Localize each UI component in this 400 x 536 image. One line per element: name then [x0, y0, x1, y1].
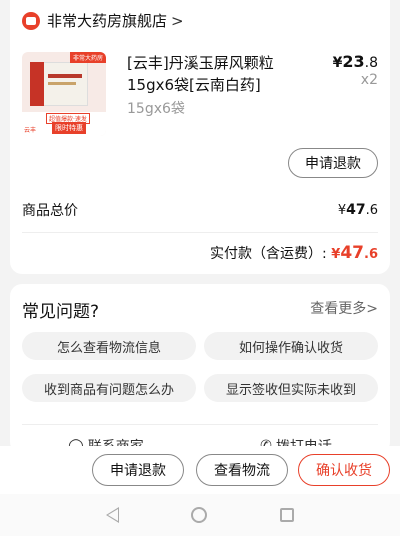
thumbnail-corner-tag: 非常大药房	[69, 52, 106, 63]
faq-more-label: 查看更多	[310, 301, 367, 317]
view-logistics-button[interactable]: 查看物流	[196, 454, 288, 486]
faq-question[interactable]: 怎么查看物流信息	[22, 332, 196, 360]
back-icon[interactable]	[106, 507, 120, 523]
price-decimal: .8	[364, 55, 378, 71]
store-icon	[22, 11, 40, 30]
paid-symbol: ¥	[331, 247, 341, 262]
paid-decimal: .6	[364, 247, 378, 262]
price-integer: 23	[342, 52, 365, 71]
product-thumbnail[interactable]: 非常大药房 云丰 超值爆款·速发 限时特惠	[22, 52, 106, 136]
product-title[interactable]: [云丰]丹溪玉屏风颗粒 15gx6袋[云南白药]	[127, 52, 297, 96]
product-box-label	[48, 74, 82, 78]
order-card: 非常大药房旗舰店 > 非常大药房 云丰 超值爆款·速发 限时特惠 [云丰]丹溪玉…	[10, 0, 390, 274]
product-quantity: x2	[360, 72, 378, 88]
home-icon[interactable]	[191, 507, 208, 523]
faq-question[interactable]: 显示签收但实际未收到	[204, 374, 378, 402]
price-symbol: ¥	[332, 55, 343, 71]
product-price: ¥23.8	[333, 52, 378, 71]
thumbnail-promo: 限时特惠	[52, 122, 86, 134]
apply-refund-button[interactable]: 申请退款	[288, 148, 378, 178]
system-nav-bar	[0, 494, 400, 536]
apply-refund-button[interactable]: 申请退款	[92, 454, 184, 486]
paid-row: 实付款（含运费）: ¥47.6	[210, 243, 378, 263]
thumbnail-brand: 云丰	[24, 127, 37, 134]
store-name: 非常大药房旗舰店	[47, 12, 168, 30]
confirm-receipt-button[interactable]: 确认收货	[298, 454, 390, 486]
product-box-stripe	[30, 62, 44, 106]
divider	[22, 232, 378, 233]
divider	[22, 424, 378, 425]
paid-integer: 47	[340, 243, 365, 263]
faq-card: 常见问题? 查看更多> 怎么查看物流信息 如何操作确认收货 收到商品有问题怎么办…	[10, 284, 390, 454]
goods-total-integer: 47	[346, 202, 366, 218]
goods-total-symbol: ¥	[337, 203, 347, 218]
recent-apps-icon[interactable]	[279, 508, 294, 522]
bottom-action-bar: 申请退款 查看物流 确认收货	[0, 446, 400, 494]
faq-more-link[interactable]: 查看更多>	[310, 298, 378, 318]
paid-label: 实付款（含运费）:	[210, 246, 327, 262]
chevron-right-icon: >	[366, 301, 378, 317]
product-box-sublabel	[48, 82, 76, 85]
paid-value: ¥47.6	[327, 243, 378, 263]
store-header[interactable]: 非常大药房旗舰店 >	[22, 10, 184, 31]
faq-question[interactable]: 收到商品有问题怎么办	[22, 374, 196, 402]
goods-total-label: 商品总价	[22, 203, 78, 219]
goods-total-row: 商品总价 ¥47.6	[22, 200, 378, 220]
faq-title: 常见问题?	[22, 302, 100, 322]
goods-total-value: ¥47.6	[338, 202, 378, 218]
chevron-right-icon: >	[171, 11, 184, 30]
product-spec: 15gx6袋	[127, 101, 185, 117]
goods-total-decimal: .6	[365, 203, 378, 218]
faq-question[interactable]: 如何操作确认收货	[204, 332, 378, 360]
